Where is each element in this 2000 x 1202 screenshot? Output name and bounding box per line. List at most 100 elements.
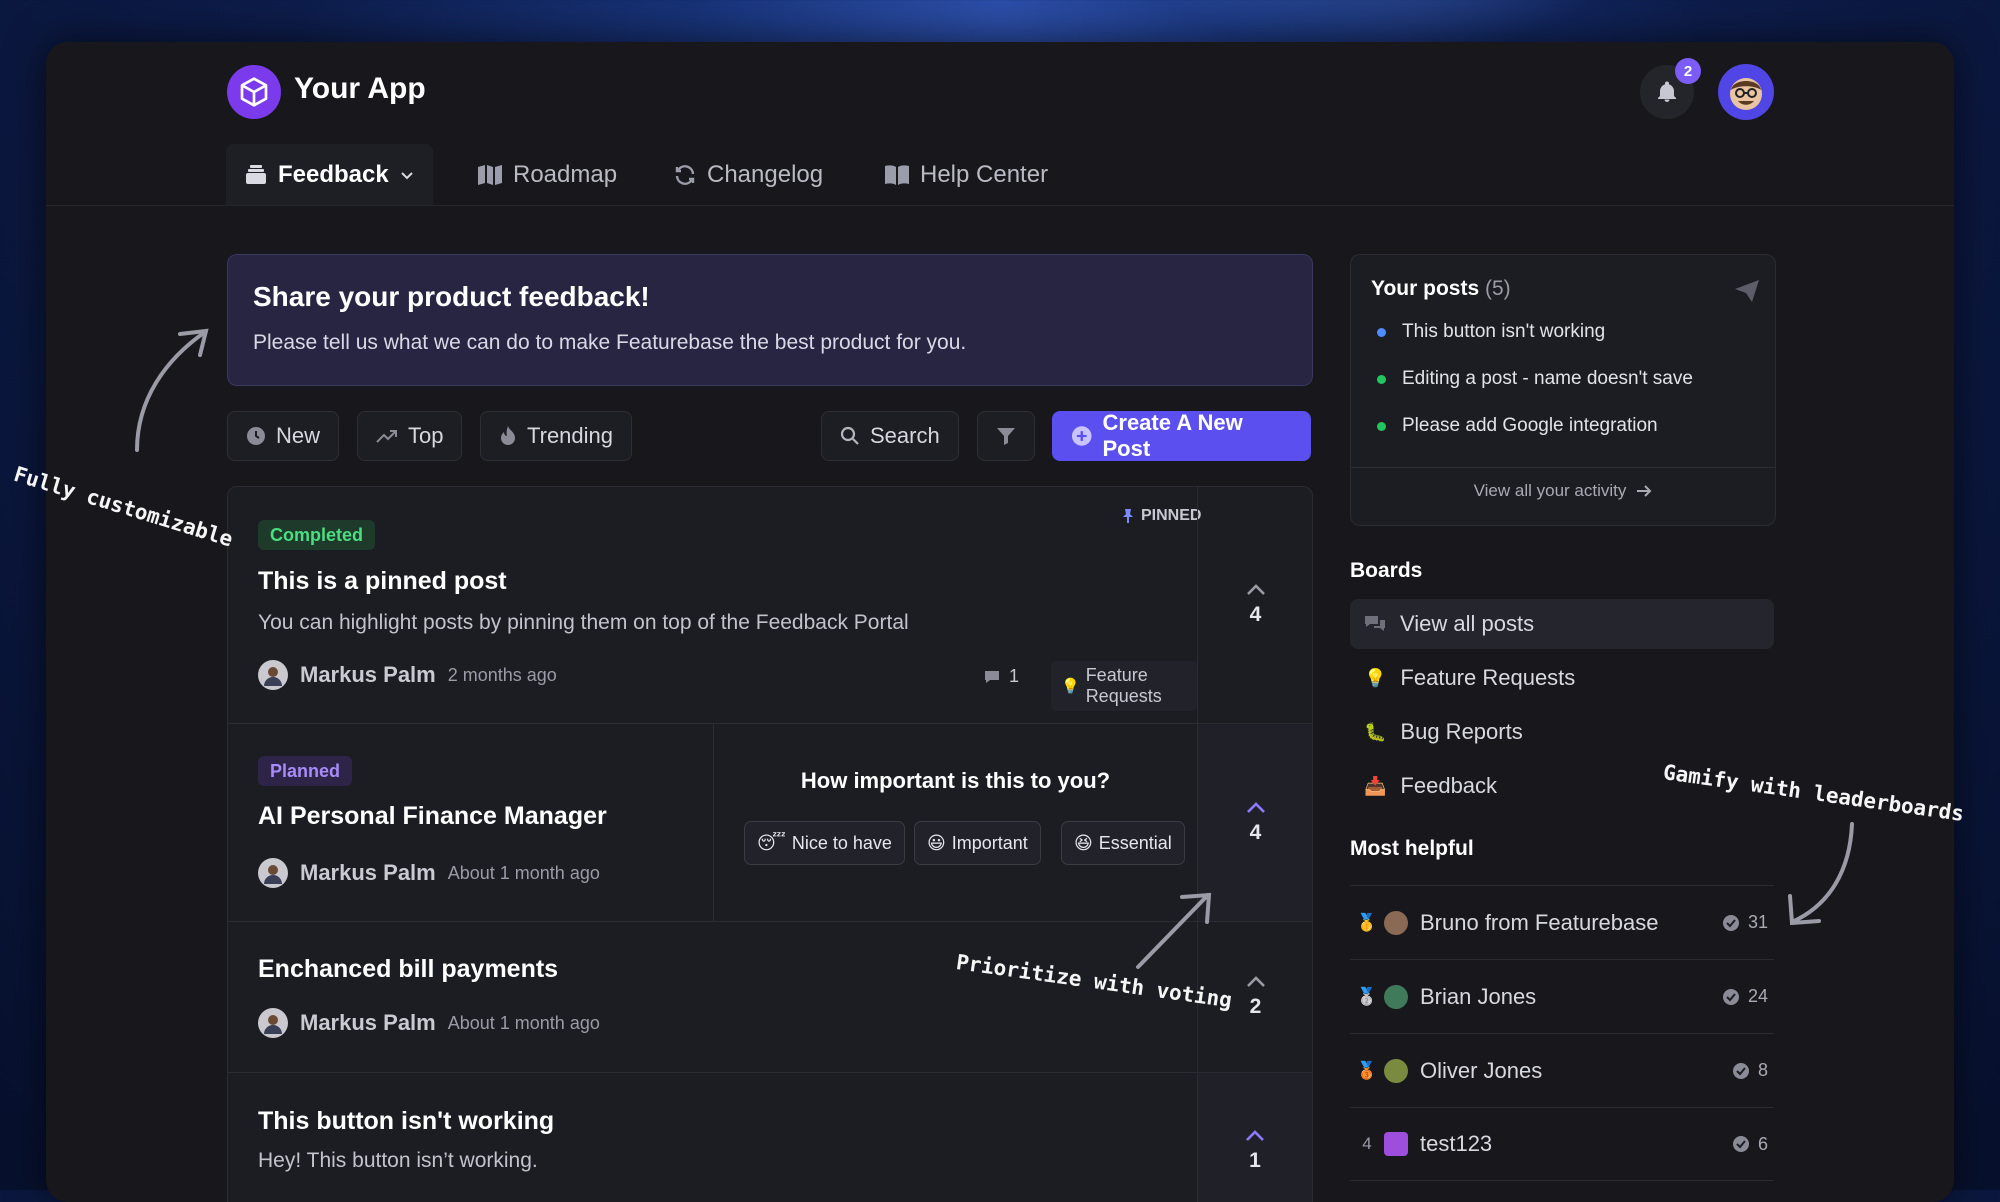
importance-poll: How important is this to you? 😴 Nice to h… <box>714 724 1197 921</box>
leaderboard-row[interactable]: 🥉 Oliver Jones 8 <box>1350 1033 1774 1107</box>
poll-option-nice-to-have[interactable]: 😴 Nice to have <box>744 821 905 865</box>
app-name: Your App <box>294 72 426 105</box>
author-name: Markus Palm <box>300 860 436 885</box>
check-badge-icon <box>1732 1062 1749 1079</box>
post-description: Hey! This button isn’t working. <box>258 1149 538 1172</box>
post-title[interactable]: This button isn't working <box>258 1107 554 1136</box>
your-post-item[interactable]: This button isn't working <box>1377 321 1605 343</box>
create-post-label: Create A New Post <box>1102 410 1243 461</box>
post-time: About 1 month ago <box>447 862 600 883</box>
status-dot <box>1377 374 1386 384</box>
smiley-face-icon: 😃 <box>927 832 946 853</box>
post-title[interactable]: Enchanced bill payments <box>258 955 558 984</box>
person-icon <box>264 667 282 686</box>
author-avatar <box>258 858 288 888</box>
post-card[interactable]: This button isn't working Hey! This butt… <box>228 1073 1197 1202</box>
boards-heading: Boards <box>1350 559 1423 582</box>
leaderboard-row[interactable]: 🥈 Brian Jones 24 <box>1350 959 1774 1033</box>
view-all-activity-link[interactable]: View all your activity <box>1351 481 1775 501</box>
check-badge-icon <box>1732 1136 1749 1152</box>
your-post-label: This button isn't working <box>1402 321 1606 342</box>
leaderboard-name: Brian Jones <box>1420 983 1537 1009</box>
tab-help-center-label: Help Center <box>920 161 1049 188</box>
upvote-icon[interactable] <box>1245 801 1267 815</box>
bug-icon: 🐛 <box>1364 721 1387 742</box>
your-post-item[interactable]: Please add Google integration <box>1377 415 1658 437</box>
your-posts-card: Your posts (5) This button isn't working… <box>1350 254 1776 526</box>
sort-new-button[interactable]: New <box>227 411 340 461</box>
tab-help-center[interactable]: Help Center <box>884 144 1048 206</box>
status-badge-completed: Completed <box>258 520 376 550</box>
leaderboard-name: Bruno from Featurebase <box>1420 909 1659 935</box>
board-bug-reports[interactable]: 🐛 Bug Reports <box>1350 707 1774 757</box>
poll-option-important[interactable]: 😃 Important <box>914 821 1041 865</box>
upvote-icon[interactable] <box>1245 583 1267 597</box>
post-title[interactable]: This is a pinned post <box>258 567 507 596</box>
author-avatar <box>258 660 288 690</box>
author-name: Markus Palm <box>300 662 436 687</box>
leaderboard-row[interactable]: 🥇 Bruno from Featurebase 31 <box>1350 885 1774 959</box>
card-divider <box>1351 467 1775 468</box>
app-logo[interactable] <box>227 65 281 119</box>
map-icon <box>478 165 502 185</box>
upvote-icon[interactable] <box>1244 1129 1266 1143</box>
post-card[interactable]: Enchanced bill payments Markus Palm Abou… <box>228 922 1197 1072</box>
tab-roadmap[interactable]: Roadmap <box>477 144 617 206</box>
post-card-planned[interactable]: Planned AI Personal Finance Manager Mark… <box>228 724 713 921</box>
silver-medal-icon: 🥈 <box>1356 986 1378 1006</box>
board-label: Feature Requests <box>1400 665 1576 690</box>
user-avatar[interactable] <box>1718 64 1774 120</box>
tab-feedback[interactable]: Feedback <box>226 144 433 206</box>
status-dot <box>1377 421 1386 431</box>
filter-button[interactable] <box>977 411 1035 461</box>
tab-feedback-label: Feedback <box>278 161 389 188</box>
tab-changelog[interactable]: Changelog <box>673 144 823 206</box>
poll-option-essential[interactable]: 😆 Essential <box>1061 821 1185 865</box>
post-author: Markus Palm About 1 month ago <box>258 1008 600 1038</box>
create-post-button[interactable]: Create A New Post <box>1052 410 1311 461</box>
gold-medal-icon: 🥇 <box>1356 912 1378 932</box>
leaderboard-rank: 4 <box>1362 1134 1372 1153</box>
sort-top-label: Top <box>408 423 444 448</box>
user-avatar <box>1384 984 1408 1009</box>
leaderboard-row[interactable]: 4 test123 6 <box>1350 1107 1774 1181</box>
inbox-icon <box>246 165 266 184</box>
sort-trending-button[interactable]: Trending <box>480 411 633 461</box>
board-feature-requests[interactable]: 💡 Feature Requests <box>1350 653 1774 703</box>
post-title[interactable]: AI Personal Finance Manager <box>258 802 607 831</box>
board-tag[interactable]: 💡 Feature Requests <box>1051 661 1197 711</box>
sort-top-button[interactable]: Top <box>357 411 463 461</box>
person-icon <box>264 1015 282 1034</box>
your-posts-title-label: Your posts <box>1371 277 1480 300</box>
board-view-all-posts[interactable]: View all posts <box>1350 599 1774 649</box>
clock-icon <box>247 427 265 445</box>
header-divider <box>46 205 1954 206</box>
leaderboard-score: 6 <box>1732 1134 1774 1155</box>
memoji-avatar-icon <box>1730 78 1762 110</box>
filter-icon <box>997 428 1015 445</box>
leaderboard-score: 31 <box>1722 912 1774 933</box>
board-tag-label: Feature Requests <box>1085 665 1162 706</box>
leaderboard-score: 8 <box>1732 1060 1774 1081</box>
vote-column[interactable]: 4 <box>1197 487 1312 723</box>
your-post-item[interactable]: Editing a post - name doesn't save <box>1377 368 1693 390</box>
poll-option-label: Important <box>951 832 1028 853</box>
poll-option-label: Nice to have <box>791 832 892 853</box>
your-posts-count: (5) <box>1484 277 1511 300</box>
search-button[interactable]: Search <box>821 411 959 461</box>
inbox-tray-icon: 📥 <box>1364 775 1387 796</box>
score-value: 8 <box>1757 1060 1768 1080</box>
tab-changelog-label: Changelog <box>707 161 824 188</box>
post-card-pinned[interactable]: Completed PINNED This is a pinned post Y… <box>228 487 1201 723</box>
grinning-face-icon: 😆 <box>1074 832 1093 853</box>
search-label: Search <box>870 423 940 448</box>
book-icon <box>885 165 909 185</box>
vote-column[interactable]: 1 <box>1197 1073 1312 1202</box>
vote-count: 4 <box>1249 820 1262 844</box>
author-avatar <box>258 1008 288 1038</box>
post-author: Markus Palm 2 months ago <box>258 660 557 690</box>
your-post-label: Editing a post - name doesn't save <box>1402 368 1693 389</box>
upvote-icon[interactable] <box>1245 975 1267 989</box>
lightbulb-icon: 💡 <box>1061 678 1080 695</box>
your-post-label: Please add Google integration <box>1402 415 1658 436</box>
